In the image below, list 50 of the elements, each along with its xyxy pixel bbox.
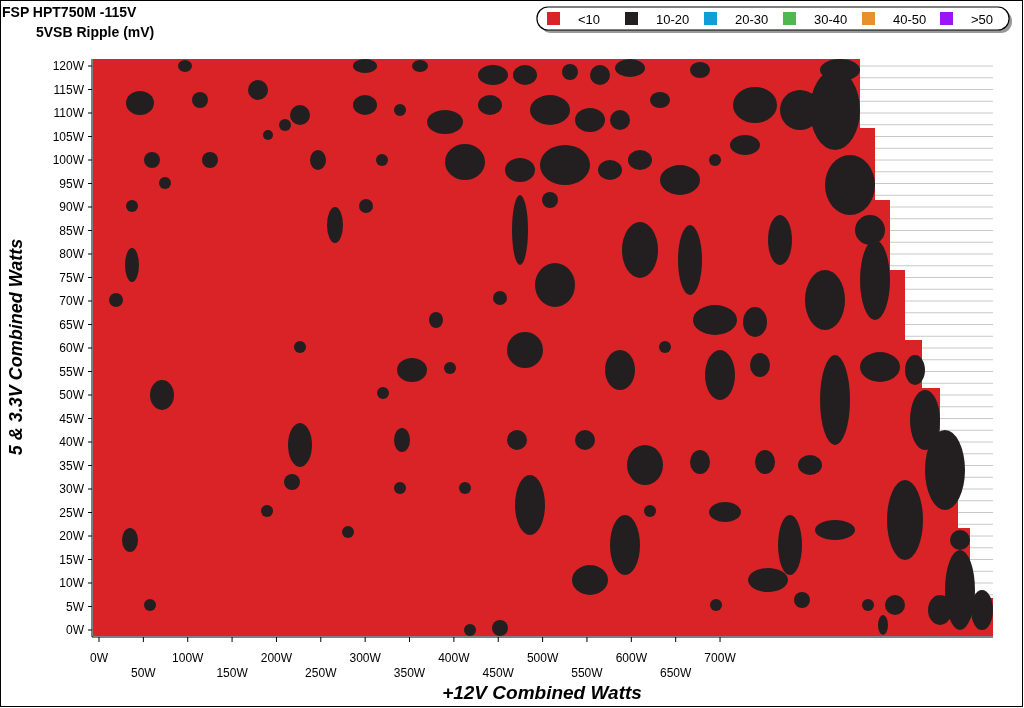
x-tick-label: 100W <box>172 651 204 665</box>
y-tick-label: 95W <box>59 176 84 191</box>
y-tick-label: 110W <box>53 106 84 120</box>
legend-label: 30-40 <box>814 12 848 27</box>
y-tick-label: 20W <box>59 529 84 543</box>
y-tick-label: 105W <box>52 129 84 144</box>
y-tick-label: 70W <box>59 294 84 308</box>
x-tick-label: 550W <box>571 666 603 680</box>
y-tick-label: 10W <box>59 576 84 590</box>
x-tick-label: 200W <box>260 651 293 665</box>
x-tick-label: 700W <box>704 651 736 665</box>
y-tick-label: 75W <box>59 270 84 285</box>
legend-label: 10-20 <box>656 12 690 27</box>
x-tick-label: 500W <box>526 651 559 665</box>
y-axis-title: 5 & 3.3V Combined Watts <box>6 238 26 456</box>
y-tick-label: 90W <box>59 200 84 214</box>
chart-subtitle: 5VSB Ripple (mV) <box>36 24 155 40</box>
legend-label: 40-50 <box>893 12 927 27</box>
y-tick-label: 40W <box>59 435 84 449</box>
y-tick-label: 45W <box>59 411 84 426</box>
x-tick-label: 450W <box>482 666 514 680</box>
x-axis-title: +12V Combined Watts <box>442 682 642 703</box>
legend-label: <10 <box>578 12 601 27</box>
y-tick-label: 80W <box>59 247 84 261</box>
y-tick-label: 30W <box>59 482 84 496</box>
y-tick-label: 85W <box>59 223 84 238</box>
y-tick-label: 115W <box>53 82 84 97</box>
y-tick-label: 35W <box>59 458 84 473</box>
y-tick-label: 50W <box>59 388 84 402</box>
y-tick-label: 65W <box>59 317 84 332</box>
x-tick-label: 350W <box>393 666 426 680</box>
x-tick-label: 150W <box>216 666 248 680</box>
y-tick-label: 100W <box>52 153 84 167</box>
legend-label: >50 <box>971 12 994 27</box>
y-tick-label: 120W <box>52 59 84 73</box>
chart-title: FSP HPT750M -115V <box>2 4 137 20</box>
x-tick-label: 300W <box>349 651 381 665</box>
legend-label: 20-30 <box>735 12 769 27</box>
y-tick-label: 55W <box>59 364 84 379</box>
x-tick-label: 650W <box>660 666 692 680</box>
x-tick-label: 0W <box>90 651 108 665</box>
y-tick-label: 0W <box>66 623 84 637</box>
x-tick-label: 600W <box>615 651 647 665</box>
x-tick-label: 250W <box>305 666 337 680</box>
x-tick-label: 400W <box>438 651 470 665</box>
y-tick-label: 25W <box>59 505 84 520</box>
y-tick-label: 15W <box>59 552 84 567</box>
x-tick-label: 50W <box>131 666 156 680</box>
y-tick-label: 5W <box>66 599 84 614</box>
y-tick-label: 60W <box>59 341 84 355</box>
